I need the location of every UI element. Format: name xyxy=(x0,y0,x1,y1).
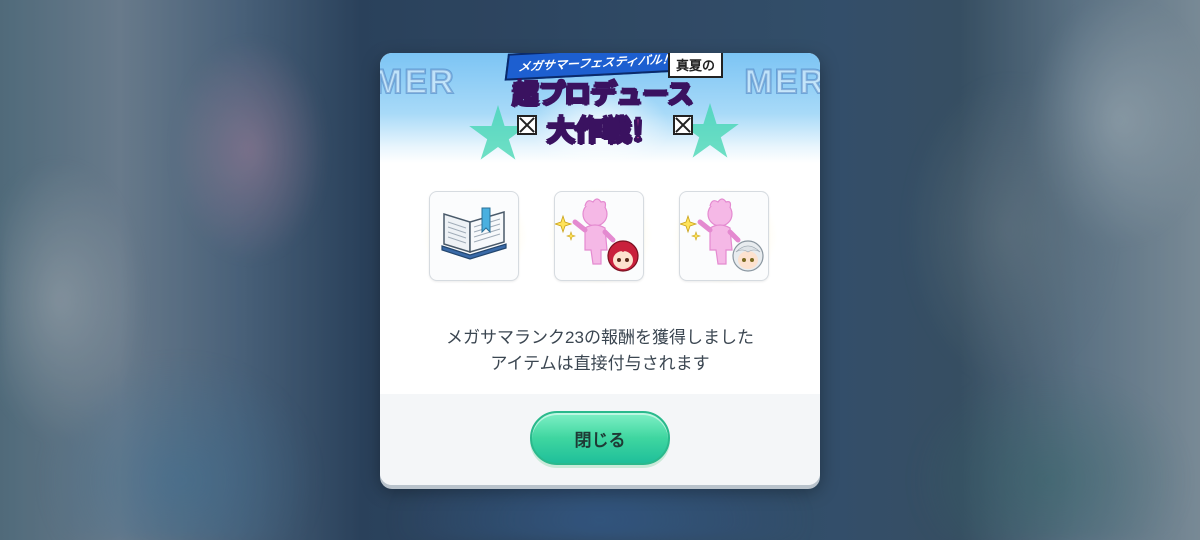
event-banner: MER MER メガサマーフェスティバル！ 真夏の 超プロデュース 大作戦！ xyxy=(380,53,820,173)
reward-message: メガサマランク23の報酬を獲得しました アイテムは直接付与されます xyxy=(380,325,820,377)
banner-deco-text-left: MER xyxy=(380,62,456,102)
reward-dialog: MER MER メガサマーフェスティバル！ 真夏の 超プロデュース 大作戦！ メ… xyxy=(380,53,820,485)
pink-silhouette-red-hair-chibi-icon xyxy=(553,198,639,272)
banner-deco-text-right: MER xyxy=(743,62,820,102)
pink-silhouette-white-hair-chibi-icon xyxy=(678,198,764,272)
cross-box-icon xyxy=(673,115,693,135)
reward-item-card[interactable] xyxy=(553,191,644,281)
cross-box-icon xyxy=(517,115,537,135)
close-button[interactable]: 閉じる xyxy=(530,411,670,465)
reward-message-line2: アイテムは直接付与されます xyxy=(490,354,710,373)
reward-items xyxy=(380,171,820,301)
event-logo-title-line1: 超プロデュース xyxy=(512,78,694,110)
open-book-icon xyxy=(441,207,507,260)
reward-message-line1: メガサマランク23の報酬を獲得しました xyxy=(446,328,754,347)
reward-item-card[interactable] xyxy=(678,191,769,281)
reward-item-card[interactable] xyxy=(429,191,519,281)
